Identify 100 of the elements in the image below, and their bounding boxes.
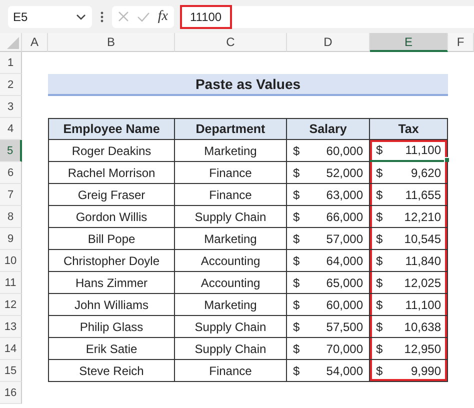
currency-symbol: $: [293, 298, 300, 312]
table-cell: Philip Glass: [48, 316, 175, 338]
name-box[interactable]: E5: [8, 6, 92, 28]
amount-value: 57,000: [326, 232, 363, 246]
currency-symbol: $: [376, 143, 383, 157]
amount-value: 64,000: [326, 254, 363, 268]
table-cell: Marketing: [175, 294, 287, 316]
currency-symbol: $: [293, 144, 300, 158]
currency-symbol: $: [293, 276, 300, 290]
currency-symbol: $: [376, 232, 383, 246]
column-heading: Department: [175, 118, 287, 140]
currency-symbol: $: [293, 254, 300, 268]
row-header[interactable]: 11: [0, 272, 22, 294]
amount-value: 54,000: [326, 364, 363, 378]
currency-symbol: $: [293, 364, 300, 378]
table-cell: Supply Chain: [175, 338, 287, 360]
table-cell: Supply Chain: [175, 316, 287, 338]
table-cell: Accounting: [175, 272, 287, 294]
row-header[interactable]: 16: [0, 382, 22, 404]
amount-value: 9,620: [410, 166, 441, 180]
check-icon[interactable]: [136, 12, 150, 22]
row-header[interactable]: 5: [0, 140, 22, 162]
row-header[interactable]: 4: [0, 118, 22, 140]
row-header[interactable]: 1: [0, 52, 22, 74]
column-header[interactable]: E: [370, 33, 448, 52]
currency-symbol: $: [376, 298, 383, 312]
cancel-icon[interactable]: [118, 11, 129, 22]
table-cell: John Williams: [48, 294, 175, 316]
amount-value: 10,638: [404, 320, 441, 334]
fill-handle[interactable]: [444, 157, 450, 163]
table-cell: Marketing: [175, 140, 287, 162]
amount-value: 9,990: [410, 364, 441, 378]
column-header[interactable]: C: [175, 33, 287, 52]
currency-symbol: $: [376, 276, 383, 290]
row-header[interactable]: 7: [0, 184, 22, 206]
currency-symbol: $: [376, 342, 383, 356]
column-header[interactable]: D: [287, 33, 370, 52]
currency-symbol: $: [376, 210, 383, 224]
currency-symbol: $: [376, 364, 383, 378]
currency-symbol: $: [293, 320, 300, 334]
amount-value: 12,210: [404, 210, 441, 224]
amount-value: 12,950: [404, 342, 441, 356]
amount-value: 65,000: [326, 276, 363, 290]
row-header[interactable]: 12: [0, 294, 22, 316]
table-cell: Hans Zimmer: [48, 272, 175, 294]
amount-value: 12,025: [404, 276, 441, 290]
column-heading: Employee Name: [48, 118, 175, 140]
caret-icon: [76, 14, 86, 20]
row-header[interactable]: 8: [0, 206, 22, 228]
amount-value: 60,000: [326, 144, 363, 158]
column-header[interactable]: F: [448, 33, 474, 52]
table-cell: Rachel Morrison: [48, 162, 175, 184]
amount-value: 60,000: [326, 298, 363, 312]
formula-input[interactable]: 11100: [180, 6, 474, 28]
kebab-icon[interactable]: [100, 10, 104, 22]
table-cell: Christopher Doyle: [48, 250, 175, 272]
amount-value: 52,000: [326, 166, 363, 180]
amount-value: 10,545: [404, 232, 441, 246]
row-header[interactable]: 3: [0, 96, 22, 118]
table-cell: Steve Reich: [48, 360, 175, 382]
currency-symbol: $: [376, 166, 383, 180]
amount-value: 11,100: [405, 143, 441, 157]
table-cell: Finance: [175, 184, 287, 206]
table-cell: Gordon Willis: [48, 206, 175, 228]
select-all-icon[interactable]: [7, 37, 19, 49]
row-header[interactable]: 14: [0, 338, 22, 360]
amount-value: 66,000: [326, 210, 363, 224]
table-cell: Supply Chain: [175, 206, 287, 228]
row-header[interactable]: 2: [0, 74, 22, 96]
row-header[interactable]: 9: [0, 228, 22, 250]
currency-symbol: $: [293, 188, 300, 202]
amount-value: 11,840: [405, 254, 441, 268]
table-cell: Greig Fraser: [48, 184, 175, 206]
amount-value: 57,500: [326, 320, 363, 334]
row-header[interactable]: 13: [0, 316, 22, 338]
currency-symbol: $: [293, 232, 300, 246]
currency-symbol: $: [293, 342, 300, 356]
table-cell: Accounting: [175, 250, 287, 272]
insert-function-button[interactable]: fx: [158, 8, 168, 24]
currency-symbol: $: [376, 320, 383, 334]
row-header[interactable]: 6: [0, 162, 22, 184]
row-header[interactable]: 10: [0, 250, 22, 272]
table-cell: Erik Satie: [48, 338, 175, 360]
currency-symbol: $: [293, 166, 300, 180]
row-header[interactable]: 15: [0, 360, 22, 382]
column-heading: Tax: [370, 118, 448, 140]
column-header[interactable]: A: [22, 33, 48, 52]
table-cell: Roger Deakins: [48, 140, 175, 162]
amount-value: 11,655: [405, 188, 441, 202]
table-cell: Marketing: [175, 228, 287, 250]
currency-symbol: $: [376, 254, 383, 268]
currency-symbol: $: [293, 210, 300, 224]
table-cell: Bill Pope: [48, 228, 175, 250]
amount-value: 70,000: [326, 342, 363, 356]
sheet-title: Paste as Values: [48, 74, 448, 96]
currency-symbol: $: [376, 188, 383, 202]
table-cell: Finance: [175, 162, 287, 184]
amount-value: 11,100: [405, 298, 441, 312]
table-cell: Finance: [175, 360, 287, 382]
column-header[interactable]: B: [48, 33, 175, 52]
